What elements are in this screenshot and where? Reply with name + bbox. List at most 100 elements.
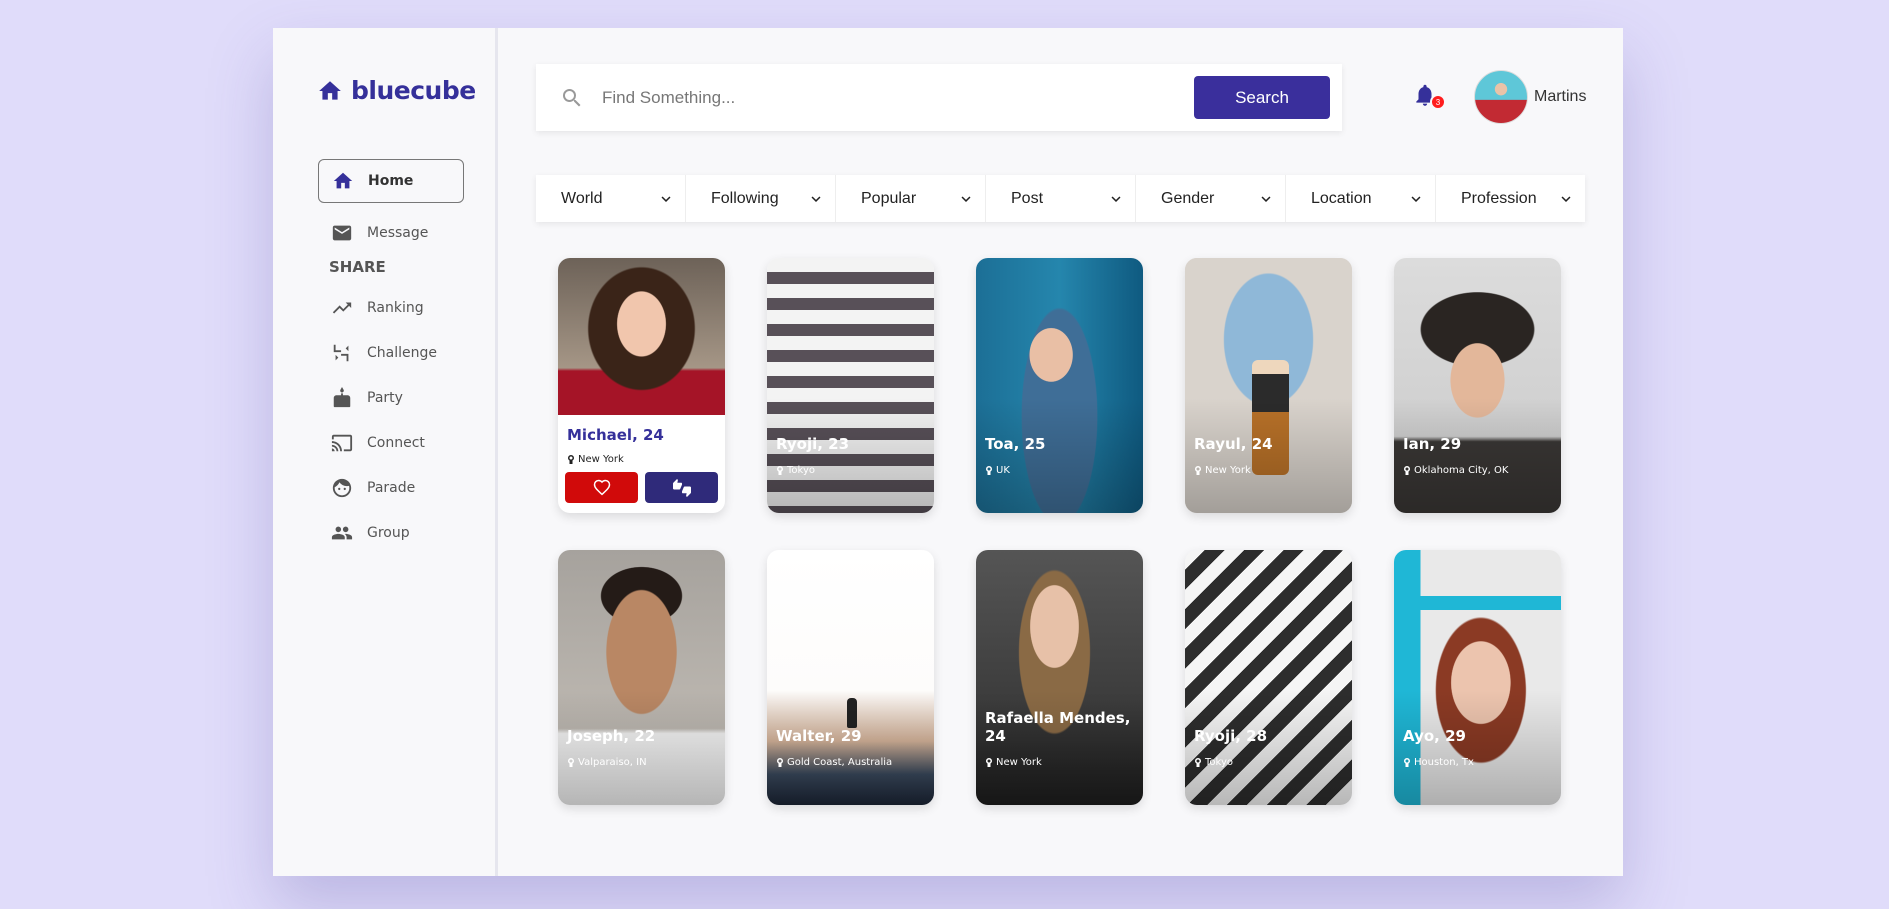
sidebar-item-connect[interactable]: Connect [318, 421, 464, 465]
profile-info: Rayul, 24 New York [1194, 435, 1273, 476]
profile-location-text: Valparaiso, IN [578, 757, 647, 768]
profile-location: Houston, Tx [1403, 757, 1474, 768]
chevron-down-icon [661, 195, 671, 202]
profile-card[interactable]: Ian, 29 Oklahoma City, OK [1394, 258, 1561, 513]
profile-location: Valparaiso, IN [567, 757, 655, 768]
profile-location: Gold Coast, Australia [776, 757, 892, 768]
profile-card[interactable]: Ayo, 29 Houston, Tx [1394, 550, 1561, 805]
like-button[interactable] [565, 472, 638, 503]
sidebar-item-label: Message [367, 225, 429, 241]
filter-location[interactable]: Location [1286, 175, 1436, 222]
profile-location-text: Oklahoma City, OK [1414, 465, 1509, 476]
sidebar-item-message[interactable]: Message [318, 211, 464, 255]
profile-location-text: Gold Coast, Australia [787, 757, 893, 768]
location-pin-icon [986, 757, 992, 767]
profile-info: Ayo, 29 Houston, Tx [1403, 727, 1474, 768]
location-pin-icon [986, 465, 992, 475]
home-icon [333, 172, 353, 189]
app-window: bluecube Home Message SHARE Ranking Chal… [273, 28, 1623, 876]
filter-profession[interactable]: Profession [1436, 175, 1585, 222]
search-icon [563, 88, 581, 106]
heart-icon [593, 479, 610, 495]
sidebar-item-home[interactable]: Home [318, 159, 464, 203]
profile-card[interactable]: Michael, 24 New York [558, 258, 725, 513]
profile-card[interactable]: Ryoji, 28 Tokyo [1185, 550, 1352, 805]
share-section-title: SHARE [329, 258, 386, 276]
profile-info: Rafaella Mendes, 24 New York [985, 709, 1143, 768]
profile-card[interactable]: Joseph, 22 Valparaiso, IN [558, 550, 725, 805]
sidebar: bluecube Home Message SHARE Ranking Chal… [273, 28, 498, 876]
filter-popular[interactable]: Popular [836, 175, 986, 222]
profile-location: New York [567, 454, 716, 465]
location-pin-icon [777, 757, 783, 767]
location-pin-icon [1404, 465, 1410, 475]
filter-label: Following [711, 189, 779, 207]
face-icon [332, 478, 352, 498]
profile-location: Tokyo [776, 465, 849, 476]
sidebar-item-parade[interactable]: Parade [318, 466, 464, 510]
profile-location: New York [985, 757, 1143, 768]
profile-location: New York [1194, 465, 1273, 476]
profile-location: Tokyo [1194, 757, 1267, 768]
profile-name: Rayul, 24 [1194, 435, 1273, 453]
chevron-down-icon [1111, 195, 1121, 202]
notification-badge: 3 [1430, 94, 1446, 110]
avatar [1474, 70, 1528, 124]
profile-name: Joseph, 22 [567, 727, 656, 745]
user-name: Martins [1534, 88, 1587, 105]
filter-label: Popular [861, 189, 917, 207]
sidebar-item-label: Ranking [367, 300, 424, 316]
filter-following[interactable]: Following [686, 175, 836, 222]
profile-info: Ian, 29 Oklahoma City, OK [1403, 435, 1508, 476]
profile-info: Toa, 25 UK [985, 435, 1045, 476]
notification-button[interactable]: 3 [1412, 80, 1446, 112]
search-bar: Search [536, 64, 1342, 131]
profile-name: Ryoji, 28 [1194, 727, 1268, 745]
challenge-icon [333, 344, 349, 362]
filter-bar: World Following Popular Post Gender Loca… [536, 175, 1585, 222]
filter-label: World [561, 189, 603, 207]
search-button[interactable]: Search [1194, 76, 1330, 119]
filter-label: Gender [1161, 189, 1215, 207]
location-pin-icon [568, 757, 574, 767]
filter-gender[interactable]: Gender [1136, 175, 1286, 222]
sidebar-item-ranking[interactable]: Ranking [318, 286, 464, 330]
profile-location-text: New York [1205, 465, 1251, 476]
profile-grid: Michael, 24 New York Ryoji, 23 Tokyo Toa… [558, 258, 1561, 805]
profile-location-text: UK [996, 465, 1010, 476]
filter-label: Location [1311, 189, 1372, 207]
profile-location: UK [985, 465, 1045, 476]
profile-card[interactable]: Rafaella Mendes, 24 New York [976, 550, 1143, 805]
filter-post[interactable]: Post [986, 175, 1136, 222]
profile-name: Michael, 24 [567, 426, 664, 444]
card-actions [558, 465, 725, 503]
sidebar-nav: Home Message SHARE Ranking Challenge Par… [318, 159, 464, 556]
sidebar-item-label: Home [368, 173, 414, 189]
profile-info: Ryoji, 28 Tokyo [1194, 727, 1267, 768]
sidebar-item-group[interactable]: Group [318, 511, 464, 555]
search-input[interactable] [602, 87, 1194, 108]
sidebar-item-label: Challenge [367, 345, 437, 361]
thumbs-button[interactable] [645, 472, 718, 503]
brand-name: bluecube [351, 76, 476, 105]
sidebar-item-party[interactable]: Party [318, 376, 464, 420]
mail-icon [332, 225, 352, 241]
sidebar-item-challenge[interactable]: Challenge [318, 331, 464, 375]
profile-info: Walter, 29 Gold Coast, Australia [776, 727, 892, 768]
profile-info: Ryoji, 23 Tokyo [776, 435, 849, 476]
profile-info: Michael, 24 New York [558, 415, 725, 465]
profile-card[interactable]: Toa, 25 UK [976, 258, 1143, 513]
cake-icon [333, 387, 351, 408]
brand-logo[interactable]: bluecube [317, 76, 476, 105]
filter-world[interactable]: World [536, 175, 686, 222]
profile-name: Ian, 29 [1403, 435, 1462, 453]
sidebar-item-label: Parade [367, 480, 416, 496]
profile-card[interactable]: Walter, 29 Gold Coast, Australia [767, 550, 934, 805]
profile-card[interactable]: Ryoji, 23 Tokyo [767, 258, 934, 513]
main-content: Search 3 Martins World Following Popular… [498, 28, 1623, 876]
location-pin-icon [1195, 757, 1201, 767]
profile-location-text: Tokyo [787, 465, 815, 476]
profile-info: Joseph, 22 Valparaiso, IN [567, 727, 655, 768]
profile-card[interactable]: Rayul, 24 New York [1185, 258, 1352, 513]
user-menu[interactable]: Martins [1474, 70, 1586, 124]
